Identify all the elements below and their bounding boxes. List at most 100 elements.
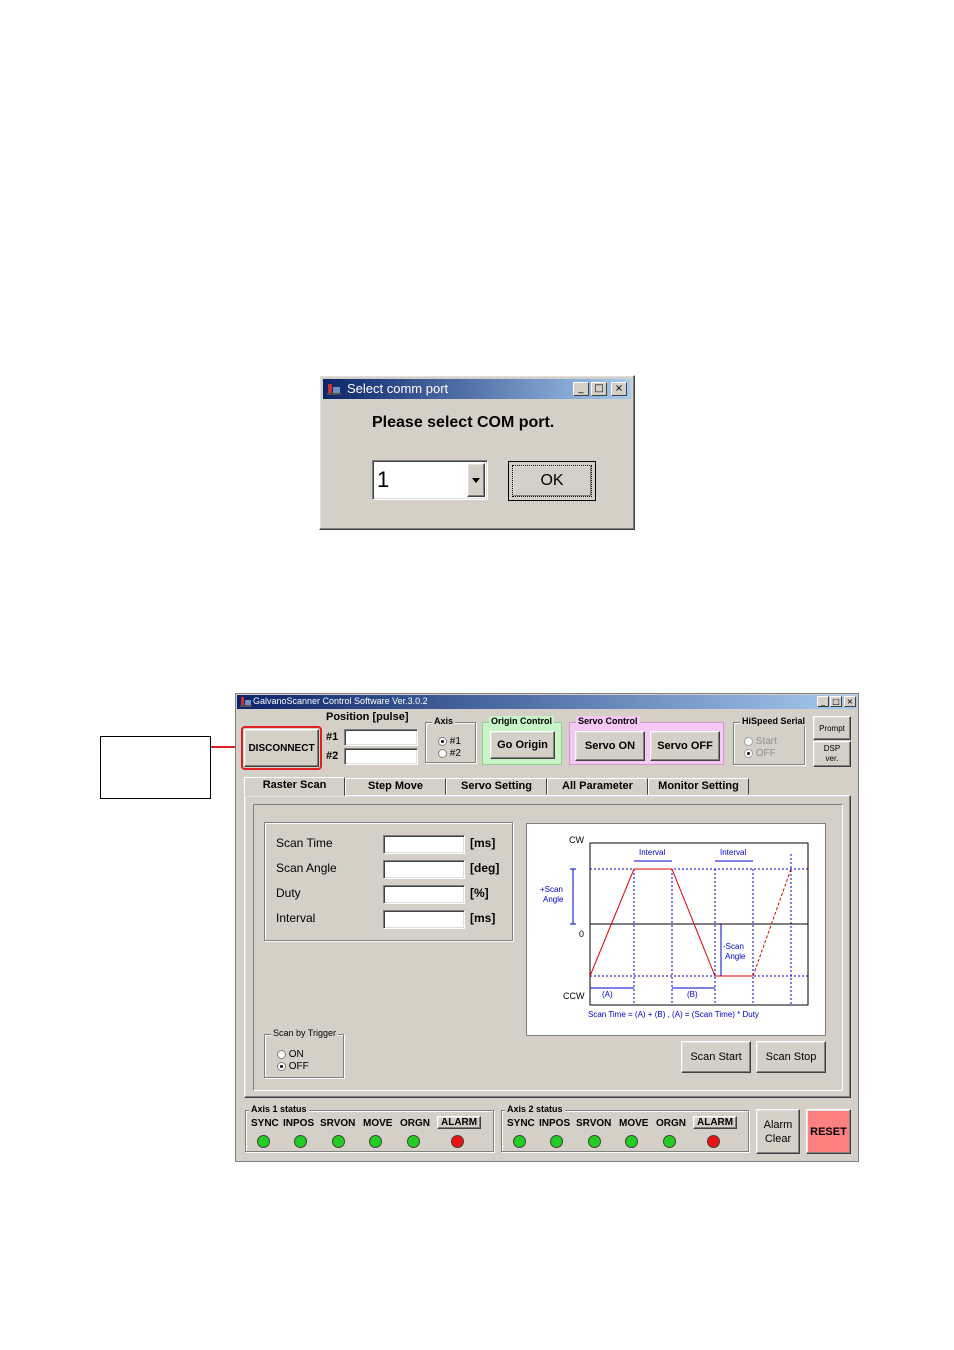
diagram-a-label: (A) [602, 990, 613, 999]
scan-by-trigger-group: Scan by Trigger ON OFF [264, 1028, 344, 1078]
axis2-orgn-label: ORGN [656, 1118, 686, 1129]
app-icon [326, 381, 342, 397]
position-axis2-field[interactable] [344, 748, 418, 765]
scan-angle-field[interactable] [383, 860, 465, 879]
diagram-plus-scan-2: Angle [543, 895, 564, 904]
axis2-alarm-button[interactable]: ALARM [693, 1116, 738, 1129]
origin-group-title: Origin Control [489, 716, 554, 726]
tab-all-parameter[interactable]: All Parameter [547, 778, 648, 795]
raster-scan-panel: Scan Time [ms] Scan Angle [deg] Duty [%]… [244, 795, 851, 1098]
maximize-icon[interactable]: □ [591, 382, 607, 396]
disconnect-button[interactable]: DISCONNECT [244, 729, 319, 767]
axis2-move-label: MOVE [619, 1118, 649, 1129]
com-port-select[interactable]: 1 [372, 460, 488, 500]
main-titlebar[interactable]: GalvanoScanner Control Software Ver.3.0.… [237, 695, 857, 709]
diagram-minus-scan-2: Angle [725, 952, 746, 961]
ok-label: OK [540, 472, 564, 489]
interval-label: Interval [276, 911, 316, 925]
scan-start-button[interactable]: Scan Start [681, 1041, 751, 1073]
diagram-interval-1: Interval [639, 848, 666, 857]
main-title: GalvanoScanner Control Software Ver.3.0.… [253, 696, 428, 706]
callout-box [100, 736, 211, 799]
interval-field[interactable] [383, 910, 465, 929]
hispeed-off-radio[interactable]: OFF [744, 748, 776, 759]
trigger-off-label: OFF [288, 1061, 309, 1072]
axis1-status-title: Axis 1 status [249, 1104, 309, 1114]
diagram-formula: Scan Time = (A) + (B) , (A) = (Scan Time… [588, 1010, 759, 1019]
axis1-srvon-led [332, 1135, 345, 1148]
scan-stop-button[interactable]: Scan Stop [756, 1041, 826, 1073]
trigger-off-radio[interactable]: OFF [277, 1061, 309, 1072]
alarm-clear-button[interactable]: Alarm Clear [756, 1109, 800, 1154]
scan-diagram: CW 0 CCW Interval Interval +Scan Angle -… [526, 823, 826, 1036]
close-icon[interactable]: × [844, 696, 856, 707]
axis-radio-1[interactable]: #1 [438, 736, 461, 747]
hispeed-off-label: OFF [755, 748, 776, 759]
axis1-alarm-led [451, 1135, 464, 1148]
axis2-inpos-led [550, 1135, 563, 1148]
dropdown-arrow-icon[interactable] [467, 463, 485, 497]
scan-time-field[interactable] [383, 835, 465, 854]
axis-radio-1-label: #1 [449, 736, 461, 747]
duty-label: Duty [276, 886, 301, 900]
axis-radio-2[interactable]: #2 [438, 748, 461, 759]
dialog-prompt: Please select COM port. [372, 414, 555, 431]
tab-strip: Raster Scan Step Move Servo Setting All … [244, 777, 852, 796]
axis1-status-group: Axis 1 status SYNC INPOS SRVON MOVE ORGN… [245, 1104, 494, 1152]
hispeed-serial-group: HiSpeed Serial Start OFF [733, 716, 808, 765]
reset-button[interactable]: RESET [806, 1109, 851, 1154]
servo-off-button[interactable]: Servo OFF [650, 731, 720, 761]
origin-control-group: Origin Control Go Origin [482, 716, 562, 765]
diagram-cw-label: CW [569, 835, 584, 845]
tab-step-move[interactable]: Step Move [345, 778, 446, 795]
axis1-inpos-label: INPOS [283, 1118, 315, 1129]
diagram-zero-label: 0 [579, 929, 585, 939]
dialog-titlebar[interactable]: Select comm port _ □ × [323, 379, 631, 399]
servo-on-button[interactable]: Servo ON [575, 731, 645, 761]
axis1-srvon-label: SRVON [320, 1118, 356, 1129]
tab-raster-scan[interactable]: Raster Scan [244, 777, 345, 796]
go-origin-button[interactable]: Go Origin [490, 731, 555, 759]
position-axis1-field[interactable] [344, 729, 418, 746]
axis2-sync-label: SYNC [507, 1118, 535, 1129]
duty-field[interactable] [383, 885, 465, 904]
com-port-value: 1 [377, 467, 390, 492]
ok-button[interactable]: OK [508, 461, 596, 501]
hispeed-start-radio[interactable]: Start [744, 736, 777, 747]
scan-time-label: Scan Time [276, 836, 333, 850]
diagram-minus-scan-1: -Scan [723, 942, 744, 951]
position-axis2-label: #2 [326, 750, 339, 762]
select-comm-port-dialog: Select comm port _ □ × Please select COM… [319, 375, 635, 530]
dsp-ver-button[interactable]: DSP ver. [813, 741, 851, 767]
maximize-icon[interactable]: □ [830, 696, 842, 707]
minimize-icon[interactable]: _ [817, 696, 829, 707]
radio-selected-icon [438, 736, 447, 746]
alarm-clear-line1: Alarm [763, 1118, 793, 1131]
dialog-title: Select comm port [347, 381, 449, 396]
diagram-interval-2: Interval [720, 848, 747, 857]
trigger-group-title: Scan by Trigger [271, 1028, 339, 1038]
position-title: Position [pulse] [326, 711, 409, 723]
main-window: GalvanoScanner Control Software Ver.3.0.… [235, 693, 859, 1162]
scan-angle-label: Scan Angle [276, 861, 337, 875]
interval-unit: [ms] [470, 911, 496, 925]
axis2-move-led [625, 1135, 638, 1148]
position-axis1-label: #1 [326, 731, 339, 743]
prompt-button[interactable]: Prompt [813, 716, 851, 740]
axis1-move-label: MOVE [363, 1118, 393, 1129]
axis-group-title: Axis [432, 716, 456, 726]
tab-monitor-setting[interactable]: Monitor Setting [648, 778, 749, 795]
axis2-inpos-label: INPOS [539, 1118, 571, 1129]
axis2-alarm-led [707, 1135, 720, 1148]
hispeed-group-title: HiSpeed Serial [740, 716, 808, 726]
trigger-on-radio[interactable]: ON [277, 1049, 304, 1060]
axis1-alarm-button[interactable]: ALARM [437, 1116, 482, 1129]
close-icon[interactable]: × [611, 382, 627, 396]
duty-unit: [%] [470, 886, 489, 900]
tab-servo-setting[interactable]: Servo Setting [446, 778, 547, 795]
axis2-sync-led [513, 1135, 526, 1148]
axis1-sync-label: SYNC [251, 1118, 279, 1129]
axis1-move-led [369, 1135, 382, 1148]
axis2-status-group: Axis 2 status SYNC INPOS SRVON MOVE ORGN… [501, 1104, 749, 1152]
minimize-icon[interactable]: _ [573, 382, 589, 396]
